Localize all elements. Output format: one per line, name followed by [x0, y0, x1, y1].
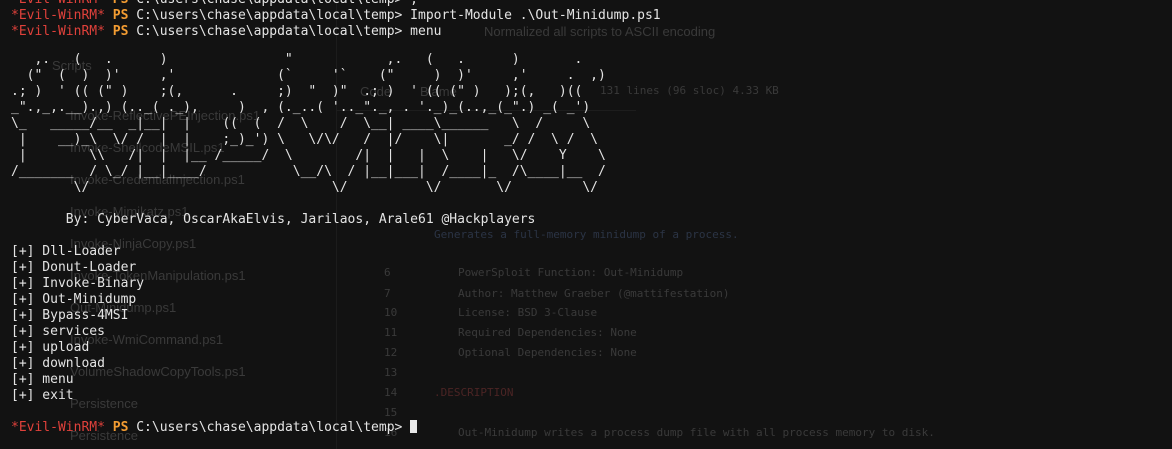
credits-line: By: CyberVaca, OscarAkaElvis, Jarilaos, …	[11, 212, 536, 227]
menu-item-dll-loader: [+] Dll-Loader	[11, 244, 121, 259]
evil-winrm-label: *Evil-WinRM*	[11, 24, 105, 39]
ps-label: PS	[112, 24, 129, 39]
menu-item-out-minidump: [+] Out-Minidump	[11, 292, 137, 307]
menu-item-invoke-binary: [+] Invoke-Binary	[11, 276, 145, 291]
evil-winrm-ascii-banner: ,. ( . ) " ,. ( . ) . (" ( ) )' ,' (` '`…	[11, 52, 606, 195]
text-cursor	[410, 420, 418, 433]
evil-winrm-label: *Evil-WinRM*	[11, 8, 105, 23]
menu-item-exit: [+] exit	[11, 388, 74, 403]
menu-list: [+] Dll-Loader [+] Donut-Loader [+] Invo…	[11, 244, 661, 404]
evil-winrm-label: *Evil-WinRM*	[11, 0, 105, 7]
menu-item-bypass-4msi: [+] Bypass-4MSI	[11, 308, 129, 323]
ps-label: PS	[113, 0, 129, 7]
prompt-line: *Evil-WinRM* PS C:\users\chase\appdata\l…	[11, 24, 661, 40]
command-text: Import-Module .\Out-Minidump.ps1	[410, 8, 661, 23]
active-prompt-line[interactable]: *Evil-WinRM* PS C:\users\chase\appdata\l…	[11, 420, 661, 436]
terminal-output[interactable]: *Evil-WinRM* PS C:\users\chase\appdata\l…	[11, 0, 661, 436]
ps-label: PS	[112, 8, 129, 23]
evil-winrm-label: *Evil-WinRM*	[11, 420, 105, 435]
prompt-path: C:\users\chase\appdata\local\temp>	[136, 8, 403, 23]
menu-item-donut-loader: [+] Donut-Loader	[11, 260, 137, 275]
prompt-path: C:\users\chase\appdata\local\temp>	[136, 420, 403, 435]
menu-item-download: [+] download	[11, 356, 105, 371]
prompt-path: C:\users\chase\appdata\local\temp>	[136, 0, 402, 7]
menu-item-menu: [+] menu	[11, 372, 74, 387]
menu-item-upload: [+] upload	[11, 340, 90, 355]
prompt-line: *Evil-WinRM* PS C:\users\chase\appdata\l…	[11, 8, 661, 24]
prompt-line: *Evil-WinRM* PS C:\users\chase\appdata\l…	[11, 0, 661, 8]
ps-label: PS	[112, 420, 129, 435]
menu-item-services: [+] services	[11, 324, 105, 339]
prompt-path: C:\users\chase\appdata\local\temp>	[136, 24, 403, 39]
command-text: ;	[410, 0, 418, 7]
command-text: menu	[410, 24, 442, 39]
